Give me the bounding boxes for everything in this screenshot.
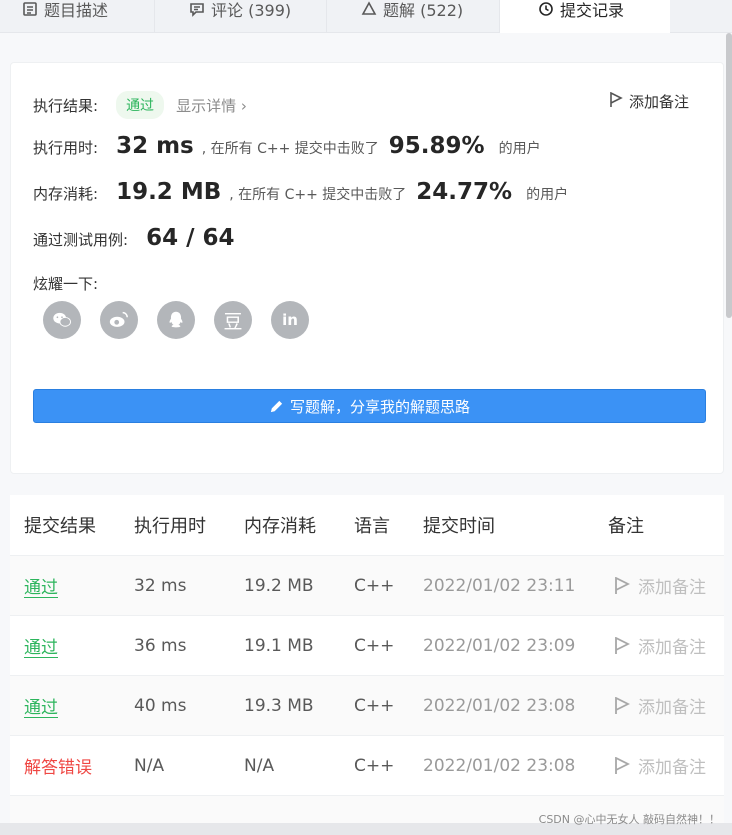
language-cell: C++	[354, 755, 395, 776]
tab-label: 题解 (522)	[383, 0, 464, 20]
status-badge: 通过	[116, 91, 165, 119]
memory-cell: 19.1 MB	[244, 635, 314, 656]
wechat-icon[interactable]	[43, 301, 81, 339]
runtime-cell: 36 ms	[134, 635, 187, 656]
memory-label: 内存消耗:	[33, 185, 99, 203]
add-note-label: 添加备注	[638, 638, 706, 658]
tab-label: 题目描述	[44, 0, 109, 20]
result-link[interactable]: 通过	[24, 573, 58, 598]
flag-icon	[615, 636, 630, 654]
runtime-cell: 40 ms	[134, 695, 187, 716]
memory-cell: 19.3 MB	[244, 695, 314, 716]
result-link[interactable]: 通过	[24, 693, 58, 718]
tests-value: 64 / 64	[146, 225, 235, 251]
status-label: 执行结果:	[33, 96, 99, 115]
tab-submissions[interactable]: 提交记录	[500, 0, 670, 33]
share-label: 炫耀一下:	[33, 275, 99, 293]
file-text-icon	[23, 1, 37, 16]
date-cell: 2022/01/02 23:11	[423, 575, 576, 596]
weibo-icon[interactable]	[100, 301, 138, 339]
flag-icon	[615, 696, 630, 714]
header-time: 提交时间	[423, 516, 495, 537]
share-icons: 豆 in	[43, 301, 309, 339]
submission-result-card: 执行结果: 通过 显示详情 › 添加备注 执行用时: 32 ms , 在所有 C…	[10, 62, 724, 474]
date-cell: 2022/01/02 23:08	[423, 695, 576, 716]
tests-label: 通过测试用例:	[33, 231, 129, 249]
linkedin-icon[interactable]: in	[271, 301, 309, 339]
runtime-percentile: 95.89%	[388, 133, 485, 159]
memory-desc: , 在所有 C++ 提交中击败了	[229, 187, 407, 203]
pencil-icon	[270, 400, 283, 412]
tests-row: 通过测试用例: 64 / 64	[33, 225, 243, 251]
memory-row: 内存消耗: 19.2 MB , 在所有 C++ 提交中击败了 24.77% 的用…	[33, 179, 568, 205]
add-note-label: 添加备注	[638, 698, 706, 718]
header-note: 备注	[608, 516, 644, 537]
add-note-label: 添加备注	[638, 758, 706, 778]
table-header: 提交结果 执行用时 内存消耗 语言 提交时间 备注	[10, 495, 724, 555]
add-note-button[interactable]: 添加备注	[614, 693, 706, 718]
flag-icon	[610, 91, 623, 107]
date-cell: 2022/01/02 23:08	[423, 755, 576, 776]
language-cell: C++	[354, 635, 395, 656]
language-cell: C++	[354, 575, 395, 596]
runtime-cell: 32 ms	[134, 575, 187, 596]
runtime-cell: N/A	[134, 755, 165, 776]
flag-icon	[615, 756, 630, 774]
tab-comments[interactable]: 评论 (399)	[155, 0, 327, 33]
add-note-button[interactable]: 添加备注	[609, 91, 689, 112]
runtime-label: 执行用时:	[33, 139, 99, 157]
runtime-suffix: 的用户	[498, 141, 541, 157]
header-memory: 内存消耗	[244, 516, 316, 537]
tab-solutions[interactable]: 题解 (522)	[327, 0, 500, 33]
scrollbar[interactable]	[726, 33, 732, 318]
language-cell: C++	[354, 695, 395, 716]
memory-cell: N/A	[244, 755, 275, 776]
header-result: 提交结果	[24, 516, 96, 537]
table-row[interactable]: 通过 36 ms 19.1 MB C++ 2022/01/02 23:09 添加…	[10, 615, 724, 675]
douban-glyph: 豆	[223, 310, 243, 333]
triangle-icon	[361, 0, 377, 15]
runtime-desc: , 在所有 C++ 提交中击败了	[201, 141, 379, 157]
write-solution-label: 写题解，分享我的解题思路	[289, 397, 470, 416]
header-language: 语言	[354, 516, 390, 537]
tab-description[interactable]: 题目描述	[0, 0, 155, 33]
tab-label: 提交记录	[560, 0, 625, 20]
table-row[interactable]: 通过 32 ms 19.2 MB C++ 2022/01/02 23:11 添加…	[10, 555, 724, 615]
watermark: CSDN @心中无女人 敲码自然神！！	[538, 813, 720, 826]
table-row[interactable]: 解答错误 N/A N/A C++ 2022/01/02 23:08 添加备注	[10, 735, 724, 795]
add-note-button[interactable]: 添加备注	[614, 753, 706, 778]
add-note-label: 添加备注	[628, 93, 689, 111]
runtime-row: 执行用时: 32 ms , 在所有 C++ 提交中击败了 95.89% 的用户	[33, 133, 541, 159]
clock-icon	[539, 1, 553, 16]
result-link[interactable]: 解答错误	[24, 753, 92, 778]
header-runtime: 执行用时	[134, 516, 206, 537]
share-row: 炫耀一下:	[33, 273, 98, 294]
memory-percentile: 24.77%	[416, 179, 513, 205]
runtime-value: 32 ms	[116, 133, 194, 159]
qq-icon[interactable]	[157, 301, 195, 339]
status-row: 执行结果: 通过 显示详情 ›	[33, 91, 247, 119]
linkedin-glyph: in	[282, 311, 298, 329]
memory-value: 19.2 MB	[116, 179, 222, 205]
result-link[interactable]: 通过	[24, 633, 58, 658]
submissions-table: 提交结果 执行用时 内存消耗 语言 提交时间 备注 通过 32 ms 19.2 …	[10, 495, 724, 825]
table-row[interactable]: 通过 40 ms 19.3 MB C++ 2022/01/02 23:08 添加…	[10, 675, 724, 735]
tab-bar: 题目描述 评论 (399) 题解 (522) 提交记录	[0, 0, 732, 33]
add-note-button[interactable]: 添加备注	[614, 633, 706, 658]
flag-icon	[615, 576, 630, 594]
show-details-link[interactable]: 显示详情 ›	[176, 95, 247, 116]
memory-suffix: 的用户	[526, 187, 569, 203]
memory-cell: 19.2 MB	[244, 575, 314, 596]
add-note-label: 添加备注	[638, 578, 706, 598]
tab-label: 评论 (399)	[211, 0, 292, 20]
comment-icon	[190, 2, 204, 17]
add-note-button[interactable]: 添加备注	[614, 573, 706, 598]
write-solution-button[interactable]: 写题解，分享我的解题思路	[33, 389, 706, 423]
date-cell: 2022/01/02 23:09	[423, 635, 576, 656]
douban-icon[interactable]: 豆	[214, 301, 252, 339]
